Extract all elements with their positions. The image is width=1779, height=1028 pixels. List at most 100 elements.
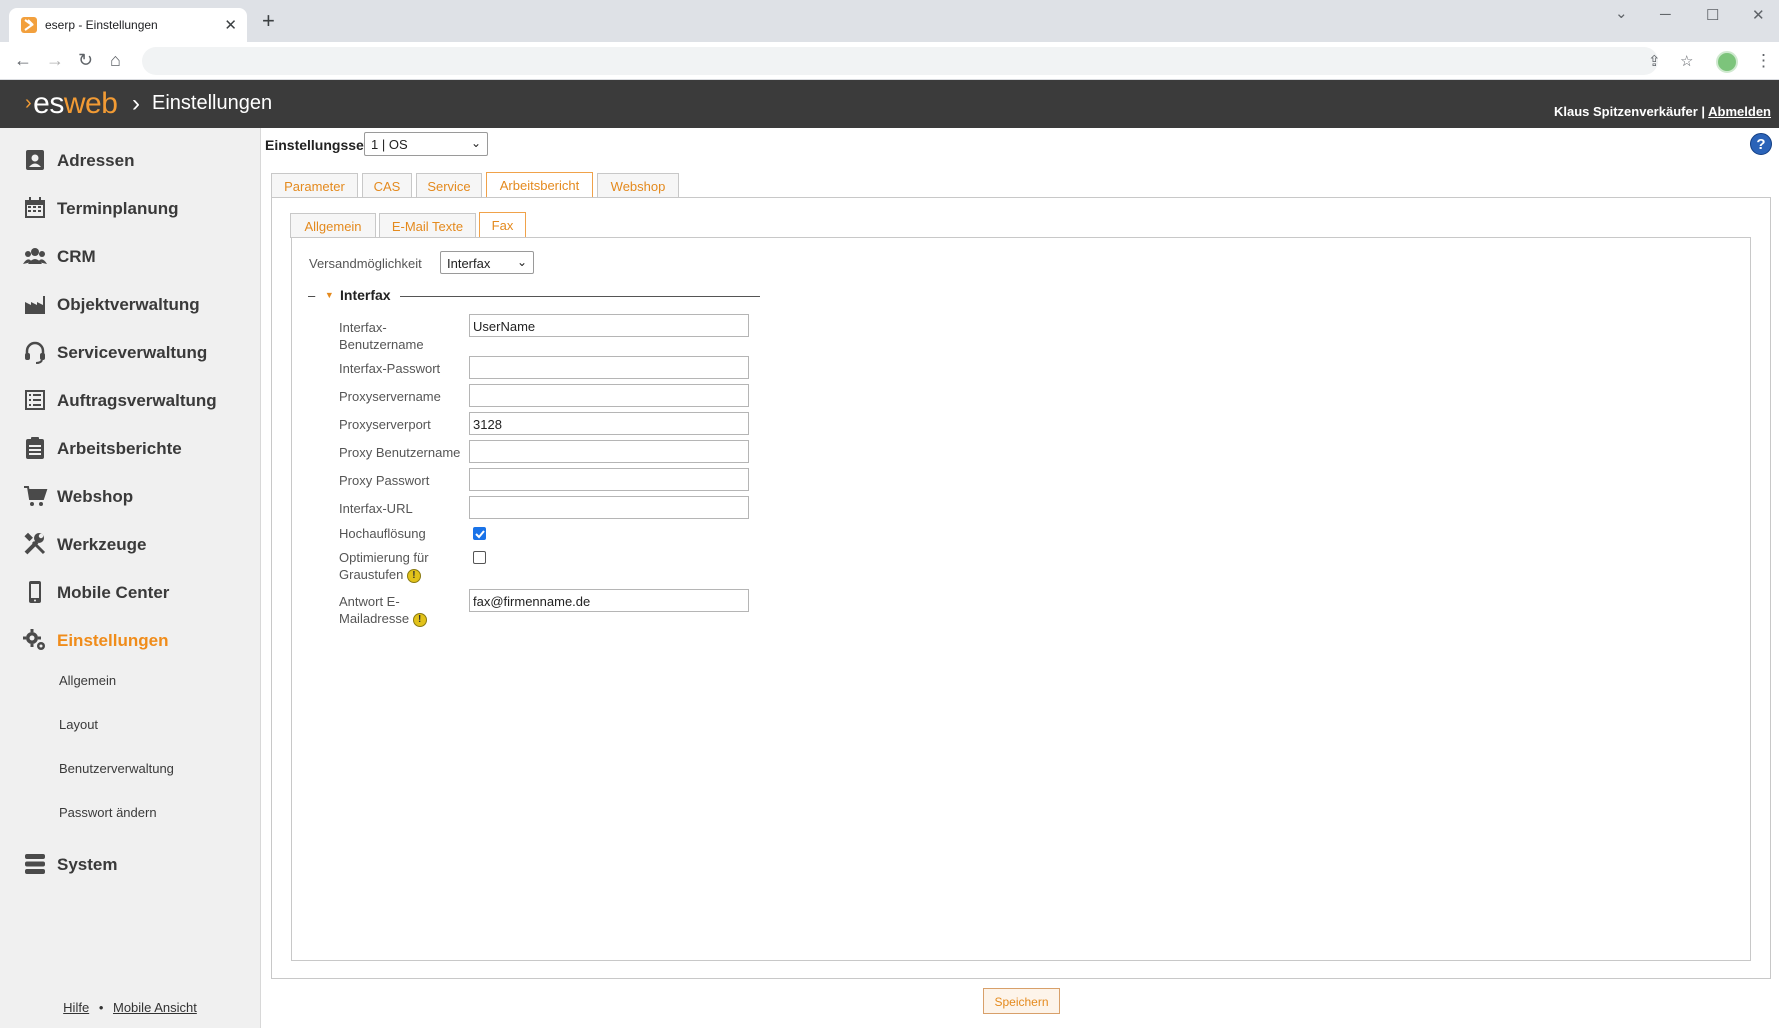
- close-tab-icon[interactable]: ✕: [224, 16, 237, 34]
- sidebar-item-einstellungen[interactable]: Einstellungen: [0, 616, 260, 664]
- proxy-password-input[interactable]: [469, 468, 749, 491]
- address-book-icon: [26, 150, 44, 170]
- tab-webshop[interactable]: Webshop: [597, 173, 679, 198]
- browser-tab[interactable]: eserp - Einstellungen ✕: [9, 8, 247, 42]
- sidebar-item-webshop[interactable]: Webshop: [0, 472, 260, 520]
- triangle-down-icon: ▼: [324, 290, 334, 300]
- interfax-username-label: Interfax- Benutzername: [339, 320, 424, 352]
- user-info: Klaus Spitzenverkäufer | Abmelden: [1553, 104, 1771, 119]
- chevron-down-icon: ⌄: [516, 255, 527, 269]
- list-icon: [25, 390, 45, 410]
- section-collapse-toggle[interactable]: – ▼: [308, 288, 334, 303]
- headset-icon: [25, 341, 45, 364]
- logout-link[interactable]: Abmelden: [1708, 104, 1771, 119]
- url-input[interactable]: [142, 47, 1658, 75]
- tab-parameter[interactable]: Parameter: [271, 173, 358, 198]
- sidebar-item-auftragsverwaltung[interactable]: Auftragsverwaltung: [0, 376, 260, 424]
- proxy-username-label: Proxy Benutzername: [339, 445, 461, 460]
- interfax-username-input[interactable]: UserName: [469, 314, 749, 337]
- maximize-button[interactable]: ☐: [1706, 6, 1719, 24]
- checkmark-icon: [475, 530, 485, 539]
- tab-arbeitsbericht[interactable]: Arbeitsbericht: [486, 172, 593, 198]
- warning-icon[interactable]: !: [406, 568, 421, 583]
- mobile-icon: [29, 581, 41, 603]
- hochaufloesung-checkbox[interactable]: [473, 527, 486, 540]
- window-close-button[interactable]: ✕: [1752, 6, 1765, 24]
- minimize-button[interactable]: ─: [1660, 6, 1671, 23]
- interfax-password-label: Interfax-Passwort: [339, 361, 441, 376]
- save-button[interactable]: Speichern: [983, 988, 1060, 1014]
- proxy-username-input[interactable]: [469, 440, 749, 463]
- settings-set-select[interactable]: 1 | OS ⌄: [364, 132, 488, 156]
- warning-icon[interactable]: !: [412, 612, 427, 627]
- share-icon[interactable]: ⇪: [1648, 52, 1661, 70]
- cart-icon: [24, 486, 48, 506]
- sidebar-item-system[interactable]: System: [0, 840, 260, 888]
- proxy-password-label: Proxy Passwort: [339, 473, 430, 488]
- tab-cas[interactable]: CAS: [362, 173, 412, 198]
- calendar-icon: [25, 197, 45, 218]
- subtab-email-texte[interactable]: E-Mail Texte: [379, 213, 476, 238]
- proxyserverport-input[interactable]: 3128: [469, 412, 749, 435]
- app-header: ›esweb › Einstellungen Klaus Spitzenverk…: [0, 80, 1779, 128]
- breadcrumb-separator-icon: ›: [132, 90, 140, 117]
- sidebar-footer: Hilfe • Mobile Ansicht: [63, 1000, 197, 1015]
- subtab-fax[interactable]: Fax: [479, 212, 526, 238]
- reply-email-input[interactable]: fax@firmenname.de: [469, 589, 749, 612]
- sidebar-subitem-layout[interactable]: Layout: [59, 717, 98, 732]
- proxyserverport-label: Proxyserverport: [339, 417, 431, 432]
- users-icon: [23, 248, 47, 264]
- tab-search-chevron-icon[interactable]: ⌄: [1615, 4, 1628, 22]
- browser-tabstrip: eserp - Einstellungen ✕ + ⌄ ─ ☐ ✕: [0, 0, 1779, 42]
- tools-icon: [24, 532, 46, 555]
- hochaufloesung-label: Hochauflösung: [339, 526, 426, 541]
- interfax-url-input[interactable]: [469, 496, 749, 519]
- sidebar-item-terminplanung[interactable]: Terminplanung: [0, 184, 260, 232]
- versand-label: Versandmöglichkeit: [309, 256, 422, 271]
- browser-tab-title: eserp - Einstellungen: [45, 18, 158, 32]
- proxyservername-input[interactable]: [469, 384, 749, 407]
- new-tab-button[interactable]: +: [262, 10, 275, 32]
- section-title: Interfax: [340, 287, 391, 303]
- sidebar-item-crm[interactable]: CRM: [0, 232, 260, 280]
- factory-icon: [25, 296, 45, 314]
- back-arrow-icon[interactable]: ←: [14, 51, 32, 69]
- tab-service[interactable]: Service: [416, 173, 482, 198]
- subtab-allgemein[interactable]: Allgemein: [290, 213, 376, 238]
- profile-avatar[interactable]: [1716, 51, 1738, 73]
- page-title: Einstellungen: [152, 92, 273, 114]
- sidebar-subitem-passwort-aendern[interactable]: Passwort ändern: [59, 805, 157, 820]
- sidebar-item-serviceverwaltung[interactable]: Serviceverwaltung: [0, 328, 260, 376]
- help-link[interactable]: Hilfe: [63, 1000, 89, 1015]
- clipboard-icon: [26, 437, 44, 459]
- sidebar-item-objektverwaltung[interactable]: Objektverwaltung: [0, 280, 260, 328]
- eserp-favicon-icon: [21, 17, 37, 33]
- sidebar-item-arbeitsberichte[interactable]: Arbeitsberichte: [0, 424, 260, 472]
- sidebar-item-werkzeuge[interactable]: Werkzeuge: [0, 520, 260, 568]
- address-bar: ← → ↻ ⌂ ⇪ ☆ ⋮: [0, 42, 1779, 80]
- forward-arrow-icon[interactable]: →: [46, 51, 64, 69]
- sidebar-item-mobile-center[interactable]: Mobile Center: [0, 568, 260, 616]
- help-icon[interactable]: ?: [1750, 133, 1772, 155]
- graustufen-checkbox[interactable]: [473, 551, 486, 564]
- esweb-logo[interactable]: ›esweb: [25, 87, 118, 121]
- user-name: Klaus Spitzenverkäufer: [1553, 104, 1698, 119]
- menu-dots-icon[interactable]: ⋮: [1755, 51, 1772, 71]
- graustufen-label: Optimierung für Graustufen !: [339, 550, 429, 583]
- interfax-url-label: Interfax-URL: [339, 501, 413, 516]
- sidebar-item-adressen[interactable]: Adressen: [0, 136, 260, 184]
- interfax-password-input[interactable]: [469, 356, 749, 379]
- reload-icon[interactable]: ↻: [78, 51, 93, 69]
- sidebar-subitem-allgemein[interactable]: Allgemein: [59, 673, 116, 688]
- gears-icon: [23, 629, 45, 650]
- settings-set-label: Einstellungsset: [265, 137, 369, 153]
- proxyservername-label: Proxyservername: [339, 389, 441, 404]
- mobile-view-link[interactable]: Mobile Ansicht: [113, 1000, 197, 1015]
- sidebar-subitem-benutzerverwaltung[interactable]: Benutzerverwaltung: [59, 761, 174, 776]
- star-icon[interactable]: ☆: [1680, 52, 1693, 70]
- home-icon[interactable]: ⌂: [110, 51, 121, 69]
- versand-select[interactable]: Interfax ⌄: [440, 251, 534, 274]
- section-divider: [400, 296, 760, 297]
- chevron-down-icon: ⌄: [470, 136, 481, 150]
- reply-email-label: Antwort E- Mailadresse !: [339, 593, 427, 627]
